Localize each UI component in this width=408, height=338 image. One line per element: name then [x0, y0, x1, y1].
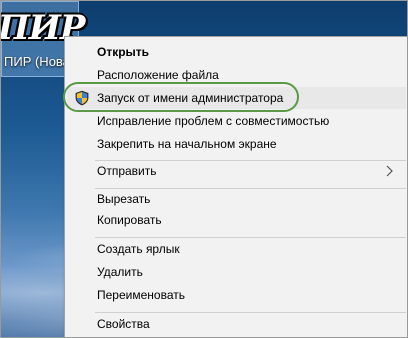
menu-item-troubleshoot-compatibility[interactable]: Исправление проблем с совместимостью — [67, 110, 406, 132]
uac-shield-icon — [75, 90, 89, 106]
menu-item-cut[interactable]: Вырезать — [67, 188, 406, 210]
menu-item-pin-to-start[interactable]: Закрепить на начальном экране — [67, 133, 406, 155]
menu-item-label: Открыть — [97, 45, 150, 59]
menu-item-label: Отправить — [97, 164, 157, 178]
menu-item-label: Удалить — [97, 265, 143, 279]
menu-item-delete[interactable]: Удалить — [67, 261, 406, 283]
menu-item-label: Переименовать — [97, 288, 185, 302]
menu-item-label: Закрепить на начальном экране — [97, 137, 277, 151]
menu-item-properties[interactable]: Свойства — [67, 313, 406, 335]
menu-item-label: Расположение файла — [97, 68, 219, 82]
menu-item-run-as-admin[interactable]: Запуск от имени администратора — [67, 87, 406, 109]
menu-item-label: Создать ярлык — [97, 242, 180, 256]
menu-item-label: Копировать — [97, 213, 162, 227]
menu-item-send-to[interactable]: Отправить — [67, 160, 406, 182]
menu-item-file-location[interactable]: Расположение файла — [67, 64, 406, 86]
desktop: ПИР ПИР (Нова Открыть Расположение файла… — [0, 0, 408, 338]
menu-item-label: Свойства — [97, 317, 150, 331]
context-menu: Открыть Расположение файла Запуск от име… — [64, 36, 407, 337]
menu-item-label: Исправление проблем с совместимостью — [97, 114, 330, 128]
shortcut-label: ПИР (Нова — [4, 54, 70, 69]
menu-item-label: Вырезать — [97, 192, 151, 206]
menu-item-label: Запуск от имени администратора — [97, 91, 284, 105]
menu-item-open[interactable]: Открыть — [67, 41, 406, 63]
chevron-right-icon — [386, 165, 393, 177]
menu-item-create-shortcut[interactable]: Создать ярлык — [67, 238, 406, 260]
menu-item-copy[interactable]: Копировать — [67, 209, 406, 231]
menu-item-rename[interactable]: Переименовать — [67, 284, 406, 306]
